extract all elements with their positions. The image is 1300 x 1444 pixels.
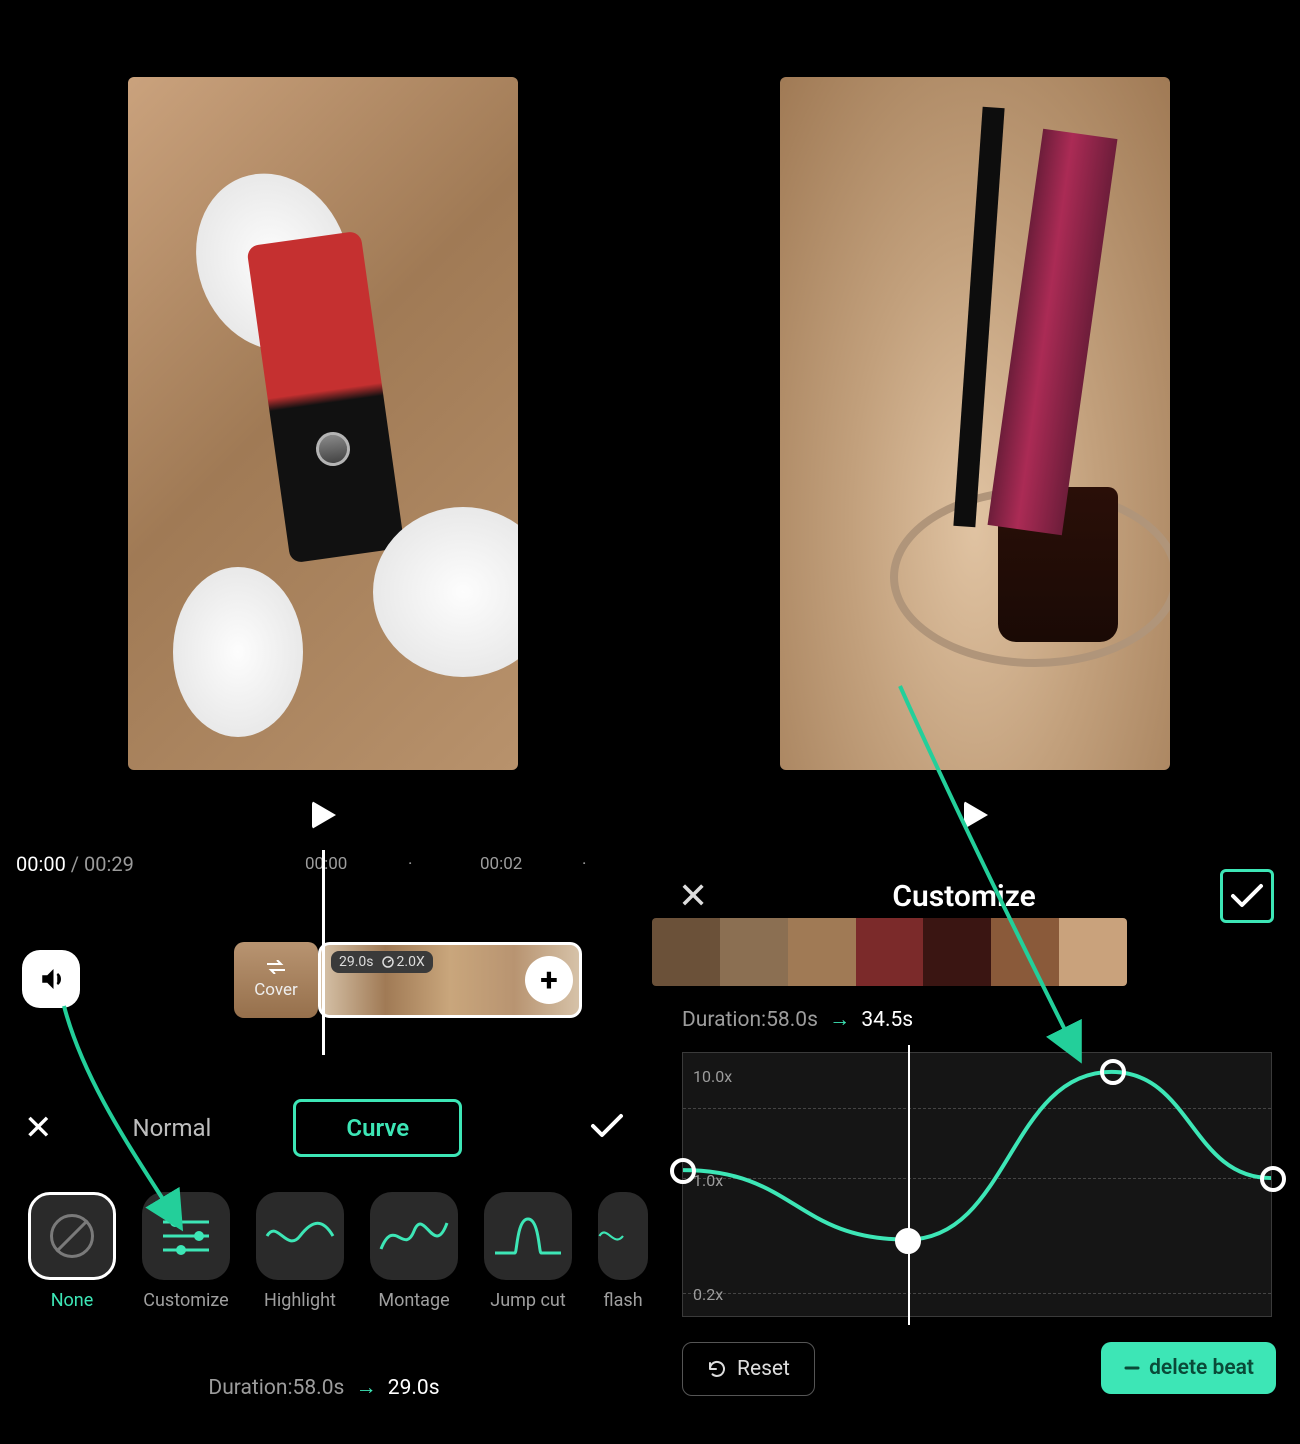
play-icon — [312, 801, 336, 829]
swap-icon — [266, 960, 286, 974]
video-preview-left[interactable] — [128, 77, 518, 770]
wave-icon — [379, 1211, 449, 1261]
sliders-icon — [159, 1214, 213, 1258]
customize-header: ✕ Customize — [652, 866, 1300, 926]
graph-playhead[interactable] — [908, 1045, 910, 1325]
wave-icon — [598, 1211, 648, 1261]
duration-summary: Duration:58.0s → 29.0s — [0, 1376, 648, 1400]
none-icon — [50, 1214, 94, 1258]
panel-title: Customize — [708, 879, 1220, 914]
preset-none[interactable]: None — [28, 1192, 116, 1322]
clip-speed: 2.0X — [397, 954, 425, 970]
tick-label: 00:02 — [480, 854, 522, 874]
clip-duration: 29.0s — [339, 954, 374, 970]
add-clip-button[interactable]: + — [525, 956, 573, 1004]
speaker-icon — [36, 964, 66, 994]
film-frame — [991, 918, 1059, 986]
play-icon — [964, 801, 988, 829]
film-frame — [720, 918, 788, 986]
curve-node[interactable] — [1100, 1059, 1126, 1085]
confirm-button[interactable] — [590, 1109, 624, 1147]
speed-curve-path — [683, 1053, 1271, 1316]
cover-thumb[interactable]: Cover — [234, 942, 318, 1018]
speed-icon — [382, 956, 394, 968]
timeline-strip[interactable]: Cover 29.0s 2.0X + — [234, 942, 654, 1024]
video-preview-right[interactable] — [780, 77, 1170, 770]
preset-jumpcut[interactable]: Jump cut — [484, 1192, 572, 1322]
preset-montage[interactable]: Montage — [370, 1192, 458, 1322]
check-icon — [1230, 883, 1264, 909]
film-frame — [856, 918, 924, 986]
pulse-icon — [493, 1211, 563, 1261]
speed-tab-row: ✕ Normal Curve — [0, 1096, 648, 1160]
speed-curve-graph[interactable]: 10.0x 1.0x 0.2x — [682, 1052, 1272, 1317]
preset-highlight[interactable]: Highlight — [256, 1192, 344, 1322]
delete-beat-button[interactable]: delete beat — [1101, 1342, 1276, 1394]
film-frame — [788, 918, 856, 986]
duration-summary: Duration:58.0s → 34.5s — [682, 1008, 913, 1032]
curve-node[interactable] — [895, 1228, 921, 1254]
left-editor-panel: 00:00 / 00:29 00:00 · 00:02 · Cover 29.0… — [0, 0, 648, 1444]
play-button[interactable] — [956, 795, 996, 835]
check-icon — [590, 1113, 624, 1139]
tick-label: 00:00 — [305, 854, 347, 874]
tab-normal[interactable]: Normal — [133, 1114, 212, 1142]
tab-curve[interactable]: Curve — [293, 1099, 462, 1157]
minus-icon — [1123, 1359, 1141, 1377]
glove-decor — [173, 567, 303, 737]
film-frame — [1059, 918, 1127, 986]
timeline-playhead[interactable] — [322, 850, 325, 1055]
stick-decor — [988, 129, 1118, 536]
film-frame — [923, 918, 991, 986]
preset-flash[interactable]: flash — [598, 1192, 648, 1322]
close-button[interactable]: ✕ — [24, 1108, 53, 1148]
lipstick-decor — [246, 231, 404, 564]
play-button[interactable] — [304, 795, 344, 835]
right-customize-panel: ✕ Customize Duration:58.0s → 34.5s 10.0x… — [652, 0, 1300, 1444]
wave-icon — [265, 1211, 335, 1261]
close-button[interactable]: ✕ — [678, 875, 708, 917]
mute-button[interactable] — [22, 950, 80, 1008]
clip-item[interactable]: 29.0s 2.0X + — [318, 942, 582, 1018]
cover-label: Cover — [254, 980, 298, 1000]
reset-button[interactable]: Reset — [682, 1342, 815, 1396]
clip-badge: 29.0s 2.0X — [331, 951, 433, 973]
confirm-button[interactable] — [1220, 869, 1274, 923]
reset-icon — [707, 1359, 727, 1379]
curve-node[interactable] — [1260, 1166, 1286, 1192]
preset-customize[interactable]: Customize — [142, 1192, 230, 1322]
film-frame — [652, 918, 720, 986]
curve-presets: None Customize Highlight Montage Jump cu… — [28, 1192, 668, 1322]
curve-node[interactable] — [670, 1158, 696, 1184]
film-strip[interactable] — [652, 918, 1127, 986]
